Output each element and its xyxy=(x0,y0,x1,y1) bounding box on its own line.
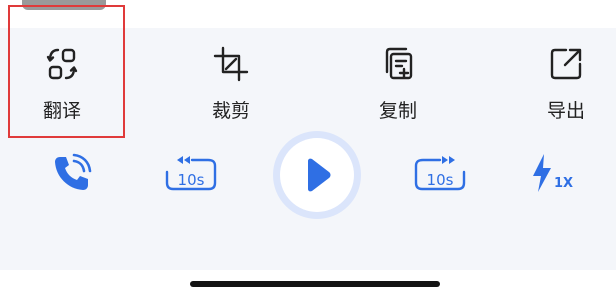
rewind-10s-button[interactable]: 10s xyxy=(163,152,221,194)
crop-label: 裁剪 xyxy=(211,100,250,122)
crop-icon xyxy=(213,46,249,82)
rewind-label: 10s xyxy=(178,171,205,189)
forward-10s-button[interactable]: 10s xyxy=(411,152,469,194)
export-label: 导出 xyxy=(546,100,585,122)
bottom-safe-area xyxy=(0,270,616,290)
play-button-inner xyxy=(280,138,354,212)
crop-button[interactable]: 裁剪 xyxy=(181,38,281,124)
copy-label: 复制 xyxy=(378,100,417,122)
copy-button[interactable]: 复制 xyxy=(348,38,448,124)
export-button[interactable]: 导出 xyxy=(516,38,616,124)
play-button[interactable] xyxy=(273,131,361,219)
lightning-icon[interactable] xyxy=(530,152,554,194)
export-icon xyxy=(550,48,582,80)
play-icon xyxy=(308,158,331,192)
playback-speed-label[interactable]: 1X xyxy=(554,176,573,191)
home-indicator[interactable] xyxy=(190,281,440,287)
selection-highlight xyxy=(8,5,125,138)
forward-label: 10s xyxy=(427,171,454,189)
call-icon[interactable] xyxy=(52,153,92,193)
copy-icon xyxy=(385,47,413,80)
